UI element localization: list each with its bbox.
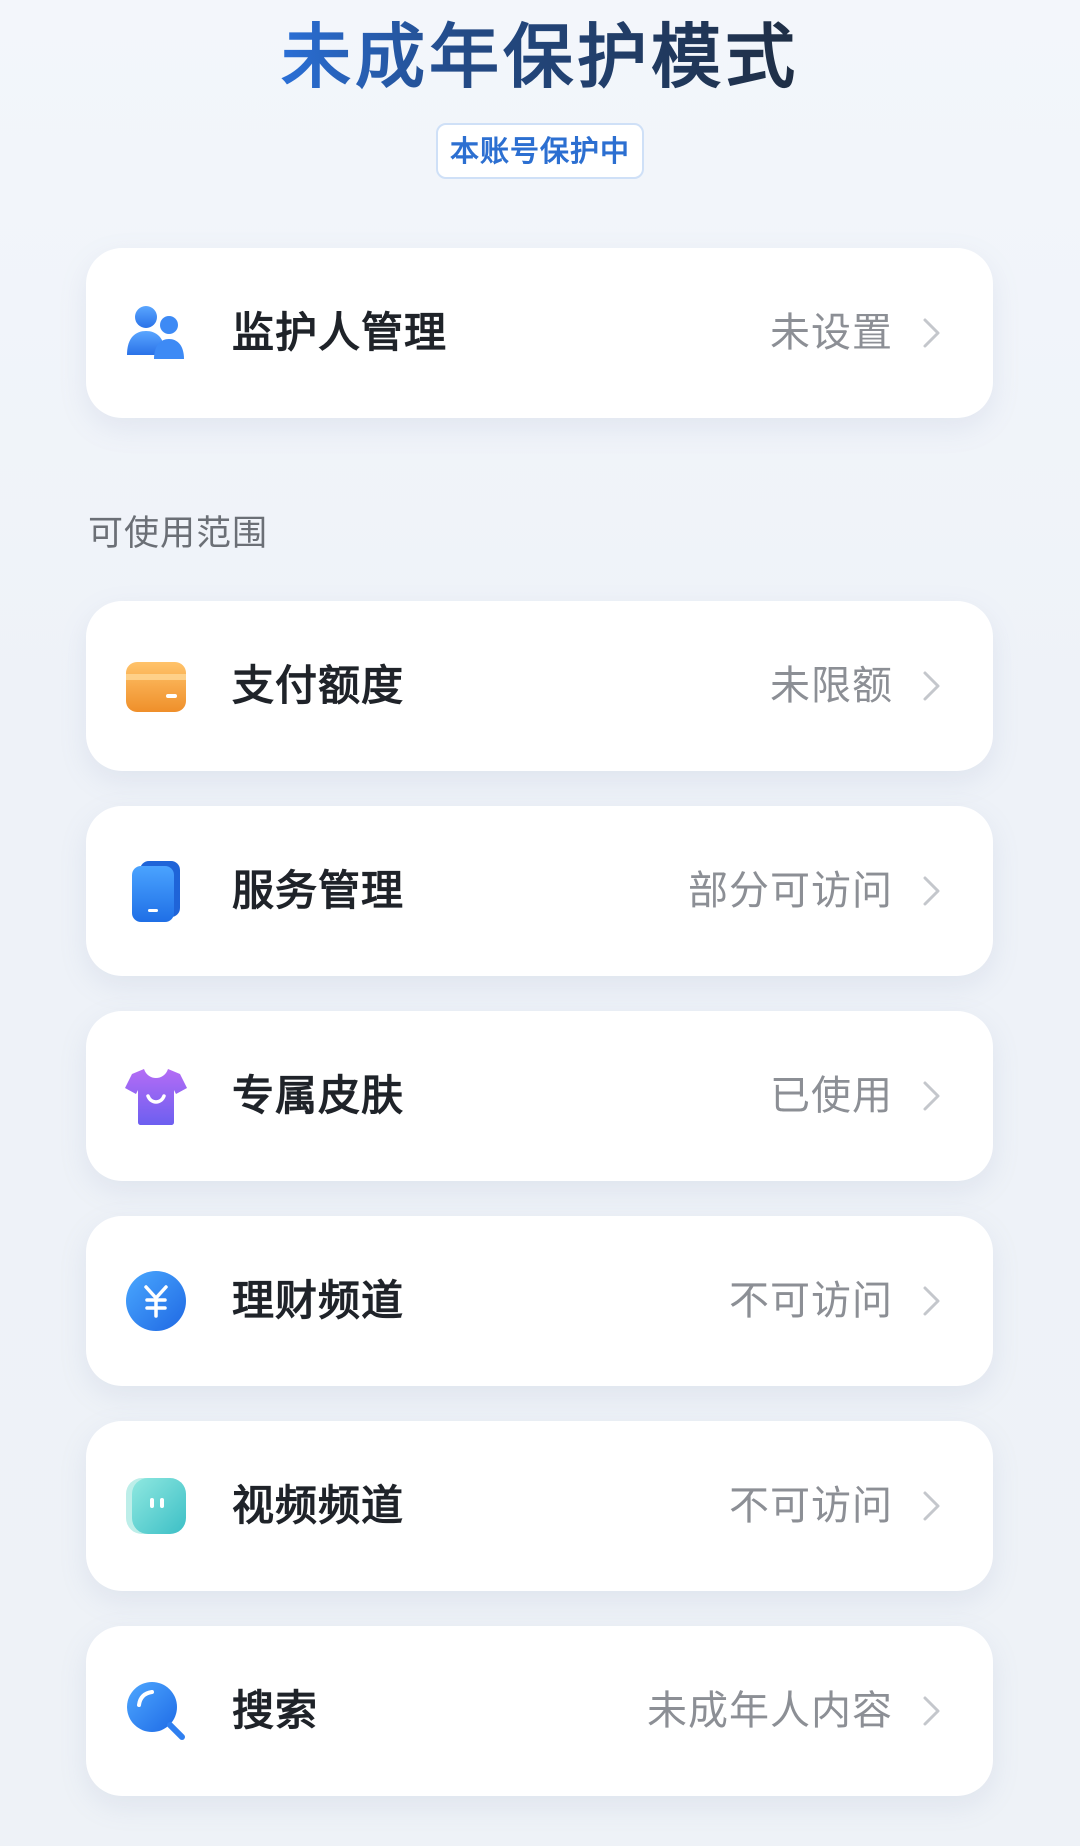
exclusive-skin-value: 已使用 <box>770 1073 893 1119</box>
exclusive-skin-label: 专属皮肤 <box>232 1071 405 1120</box>
search-icon <box>127 1682 185 1740</box>
wallet-icon <box>126 662 186 712</box>
video-channel-label: 视频频道 <box>232 1481 405 1530</box>
guardian-management-value: 未设置 <box>770 310 893 356</box>
exclusive-skin-item[interactable]: 专属皮肤 已使用 <box>86 1011 993 1181</box>
guardian-people-icon <box>127 306 184 359</box>
service-management-value: 部分可访问 <box>688 868 893 914</box>
service-management-label: 服务管理 <box>232 866 405 915</box>
section-label-usage-scope: 可使用范围 <box>88 514 269 554</box>
video-channel-item[interactable]: 视频频道 不可访问 <box>86 1421 993 1591</box>
payment-limit-item[interactable]: 支付额度 未限额 <box>86 601 993 771</box>
finance-channel-item[interactable]: 理财频道 不可访问 <box>86 1216 993 1386</box>
status-badge: 本账号保护中 <box>435 123 644 179</box>
video-face-icon <box>126 1478 186 1534</box>
finance-channel-label: 理财频道 <box>232 1276 405 1325</box>
status-badge-wrap: 本账号保护中 <box>0 123 1080 179</box>
page-title: 未成年保护模式 <box>0 12 1080 102</box>
video-channel-value: 不可访问 <box>729 1483 893 1529</box>
chevron-right-icon <box>923 318 940 348</box>
search-item[interactable]: 搜索 未成年人内容 <box>86 1626 993 1796</box>
guardian-management-label: 监护人管理 <box>232 308 448 357</box>
chevron-right-icon <box>923 1081 940 1111</box>
chevron-right-icon <box>923 876 940 906</box>
guardian-management-item[interactable]: 监护人管理 未设置 <box>86 248 993 418</box>
chevron-right-icon <box>923 1286 940 1316</box>
search-label: 搜索 <box>232 1686 319 1735</box>
chevron-right-icon <box>923 671 940 701</box>
tshirt-icon <box>125 1069 187 1125</box>
chevron-right-icon <box>923 1696 940 1726</box>
phone-apps-icon <box>132 861 180 922</box>
payment-limit-value: 未限额 <box>770 663 893 709</box>
finance-channel-value: 不可访问 <box>729 1278 893 1324</box>
yuan-coin-icon <box>126 1271 186 1331</box>
search-value: 未成年人内容 <box>647 1688 893 1734</box>
chevron-right-icon <box>923 1491 940 1521</box>
minor-protection-page: 未成年保护模式 本账号保护中 监护人管理 未设置 可使用范围 支付额度 未限额 … <box>0 0 1080 1846</box>
page-title-text: 未成年保护模式 <box>281 16 799 98</box>
payment-limit-label: 支付额度 <box>232 661 405 710</box>
service-management-item[interactable]: 服务管理 部分可访问 <box>86 806 993 976</box>
